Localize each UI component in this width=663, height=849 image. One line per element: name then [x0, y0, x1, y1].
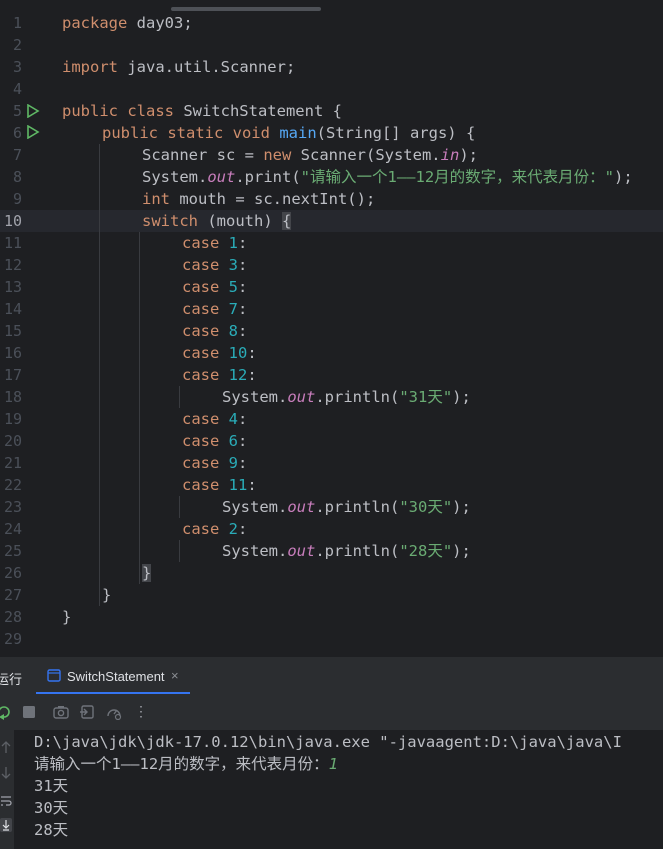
- code-line-13[interactable]: case 5:: [182, 276, 247, 298]
- line-number: 22: [3, 476, 22, 494]
- line-number: 15: [3, 322, 22, 340]
- close-tab-icon[interactable]: ×: [171, 668, 179, 683]
- rerun-icon[interactable]: [0, 704, 12, 720]
- line-number: 29: [3, 630, 22, 648]
- console-output-line: 30天: [34, 799, 69, 817]
- gauge-icon[interactable]: [106, 704, 122, 720]
- scroll-down-icon[interactable]: [0, 766, 12, 780]
- code-line-10[interactable]: switch (mouth) {: [142, 210, 292, 232]
- line-number: 23: [3, 498, 22, 516]
- line-number: 6: [12, 124, 22, 142]
- code-line-22[interactable]: case 11:: [182, 474, 257, 496]
- code-line-5[interactable]: public class SwitchStatement {: [62, 100, 342, 122]
- code-line-15[interactable]: case 8:: [182, 320, 247, 342]
- code-line-28[interactable]: }: [62, 606, 71, 628]
- indent-guide: [179, 496, 180, 518]
- code-line-21[interactable]: case 9:: [182, 452, 247, 474]
- indent-guide: [179, 386, 180, 408]
- line-number: 16: [3, 344, 22, 362]
- run-main-icon[interactable]: [26, 125, 40, 139]
- code-line-9[interactable]: int mouth = sc.nextInt();: [142, 188, 375, 210]
- code-line-27[interactable]: }: [102, 584, 111, 606]
- line-number: 24: [3, 520, 22, 538]
- code-line-26[interactable]: }: [142, 562, 152, 584]
- line-number: 19: [3, 410, 22, 428]
- console-prompt-line: 请输入一个1——12月的数字，来代表月份：1: [34, 755, 339, 773]
- line-number: 20: [3, 432, 22, 450]
- code-line-1[interactable]: package day03;: [62, 12, 193, 34]
- code-line-18[interactable]: System.out.println("31天");: [222, 386, 471, 408]
- tab-label: SwitchStatement: [67, 669, 165, 684]
- line-number: 1: [12, 14, 22, 32]
- camera-icon[interactable]: [53, 704, 69, 720]
- code-line-17[interactable]: case 12:: [182, 364, 257, 386]
- code-line-8[interactable]: System.out.print("请输入一个1——12月的数字，来代表月份："…: [142, 166, 633, 188]
- line-number: 8: [12, 168, 22, 186]
- line-number: 4: [12, 80, 22, 98]
- line-number: 14: [3, 300, 22, 318]
- tab-switchstatement[interactable]: SwitchStatement ×: [36, 657, 190, 695]
- line-number: 26: [3, 564, 22, 582]
- line-number: 2: [12, 36, 22, 54]
- line-number: 28: [3, 608, 22, 626]
- code-line-20[interactable]: case 6:: [182, 430, 247, 452]
- line-number: 13: [3, 278, 22, 296]
- line-number: 21: [3, 454, 22, 472]
- code-line-19[interactable]: case 4:: [182, 408, 247, 430]
- code-line-3[interactable]: import java.util.Scanner;: [62, 56, 295, 78]
- line-number: 27: [3, 586, 22, 604]
- horizontal-scrollbar[interactable]: [171, 7, 321, 11]
- indent-guide: [179, 540, 180, 562]
- code-line-7[interactable]: Scanner sc = new Scanner(System.in);: [142, 144, 478, 166]
- code-line-23[interactable]: System.out.println("30天");: [222, 496, 471, 518]
- line-number: 12: [3, 256, 22, 274]
- line-number: 25: [3, 542, 22, 560]
- run-panel-header: 运行 SwitchStatement ×: [0, 656, 663, 695]
- line-number: 9: [12, 190, 22, 208]
- line-number: 10: [3, 212, 22, 230]
- line-number: 17: [3, 366, 22, 384]
- code-line-11[interactable]: case 1:: [182, 232, 247, 254]
- line-number: 11: [3, 234, 22, 252]
- run-toolbar: ⋮: [0, 694, 663, 730]
- console-output-line: 31天: [34, 777, 69, 795]
- line-number: 18: [3, 388, 22, 406]
- code-line-25[interactable]: System.out.println("28天");: [222, 540, 471, 562]
- line-number: 3: [12, 58, 22, 76]
- console-side-toolbar: [0, 730, 14, 849]
- scroll-up-icon[interactable]: [0, 740, 12, 754]
- code-line-6[interactable]: public static void main(String[] args) {: [102, 122, 475, 144]
- run-class-icon[interactable]: [26, 104, 40, 118]
- code-editor[interactable]: 1 2 3 4 5 6 7 8 9 10 11 12 13 14 15 16 17 18 19 20 21 22 23 24 2…: [0, 0, 663, 656]
- restore-layout-icon[interactable]: [79, 704, 95, 720]
- code-line-24[interactable]: case 2:: [182, 518, 247, 540]
- indent-guide: [139, 232, 140, 584]
- code-line-12[interactable]: case 3:: [182, 254, 247, 276]
- line-number: 7: [12, 146, 22, 164]
- line-number: 5: [12, 102, 22, 120]
- console-output[interactable]: D:\java\jdk\jdk-17.0.12\bin\java.exe "-j…: [14, 730, 663, 849]
- indent-guide: [99, 144, 100, 606]
- console-output-line: 28天: [34, 821, 69, 839]
- stop-icon[interactable]: [21, 704, 37, 720]
- more-options-icon[interactable]: ⋮: [134, 703, 148, 720]
- scroll-to-end-icon[interactable]: [0, 818, 12, 832]
- run-panel-title: 运行: [0, 672, 23, 687]
- soft-wrap-icon[interactable]: [0, 794, 12, 808]
- console-tab-icon: [47, 669, 61, 682]
- console-command-line: D:\java\jdk\jdk-17.0.12\bin\java.exe "-j…: [34, 733, 622, 751]
- code-line-16[interactable]: case 10:: [182, 342, 257, 364]
- code-line-14[interactable]: case 7:: [182, 298, 247, 320]
